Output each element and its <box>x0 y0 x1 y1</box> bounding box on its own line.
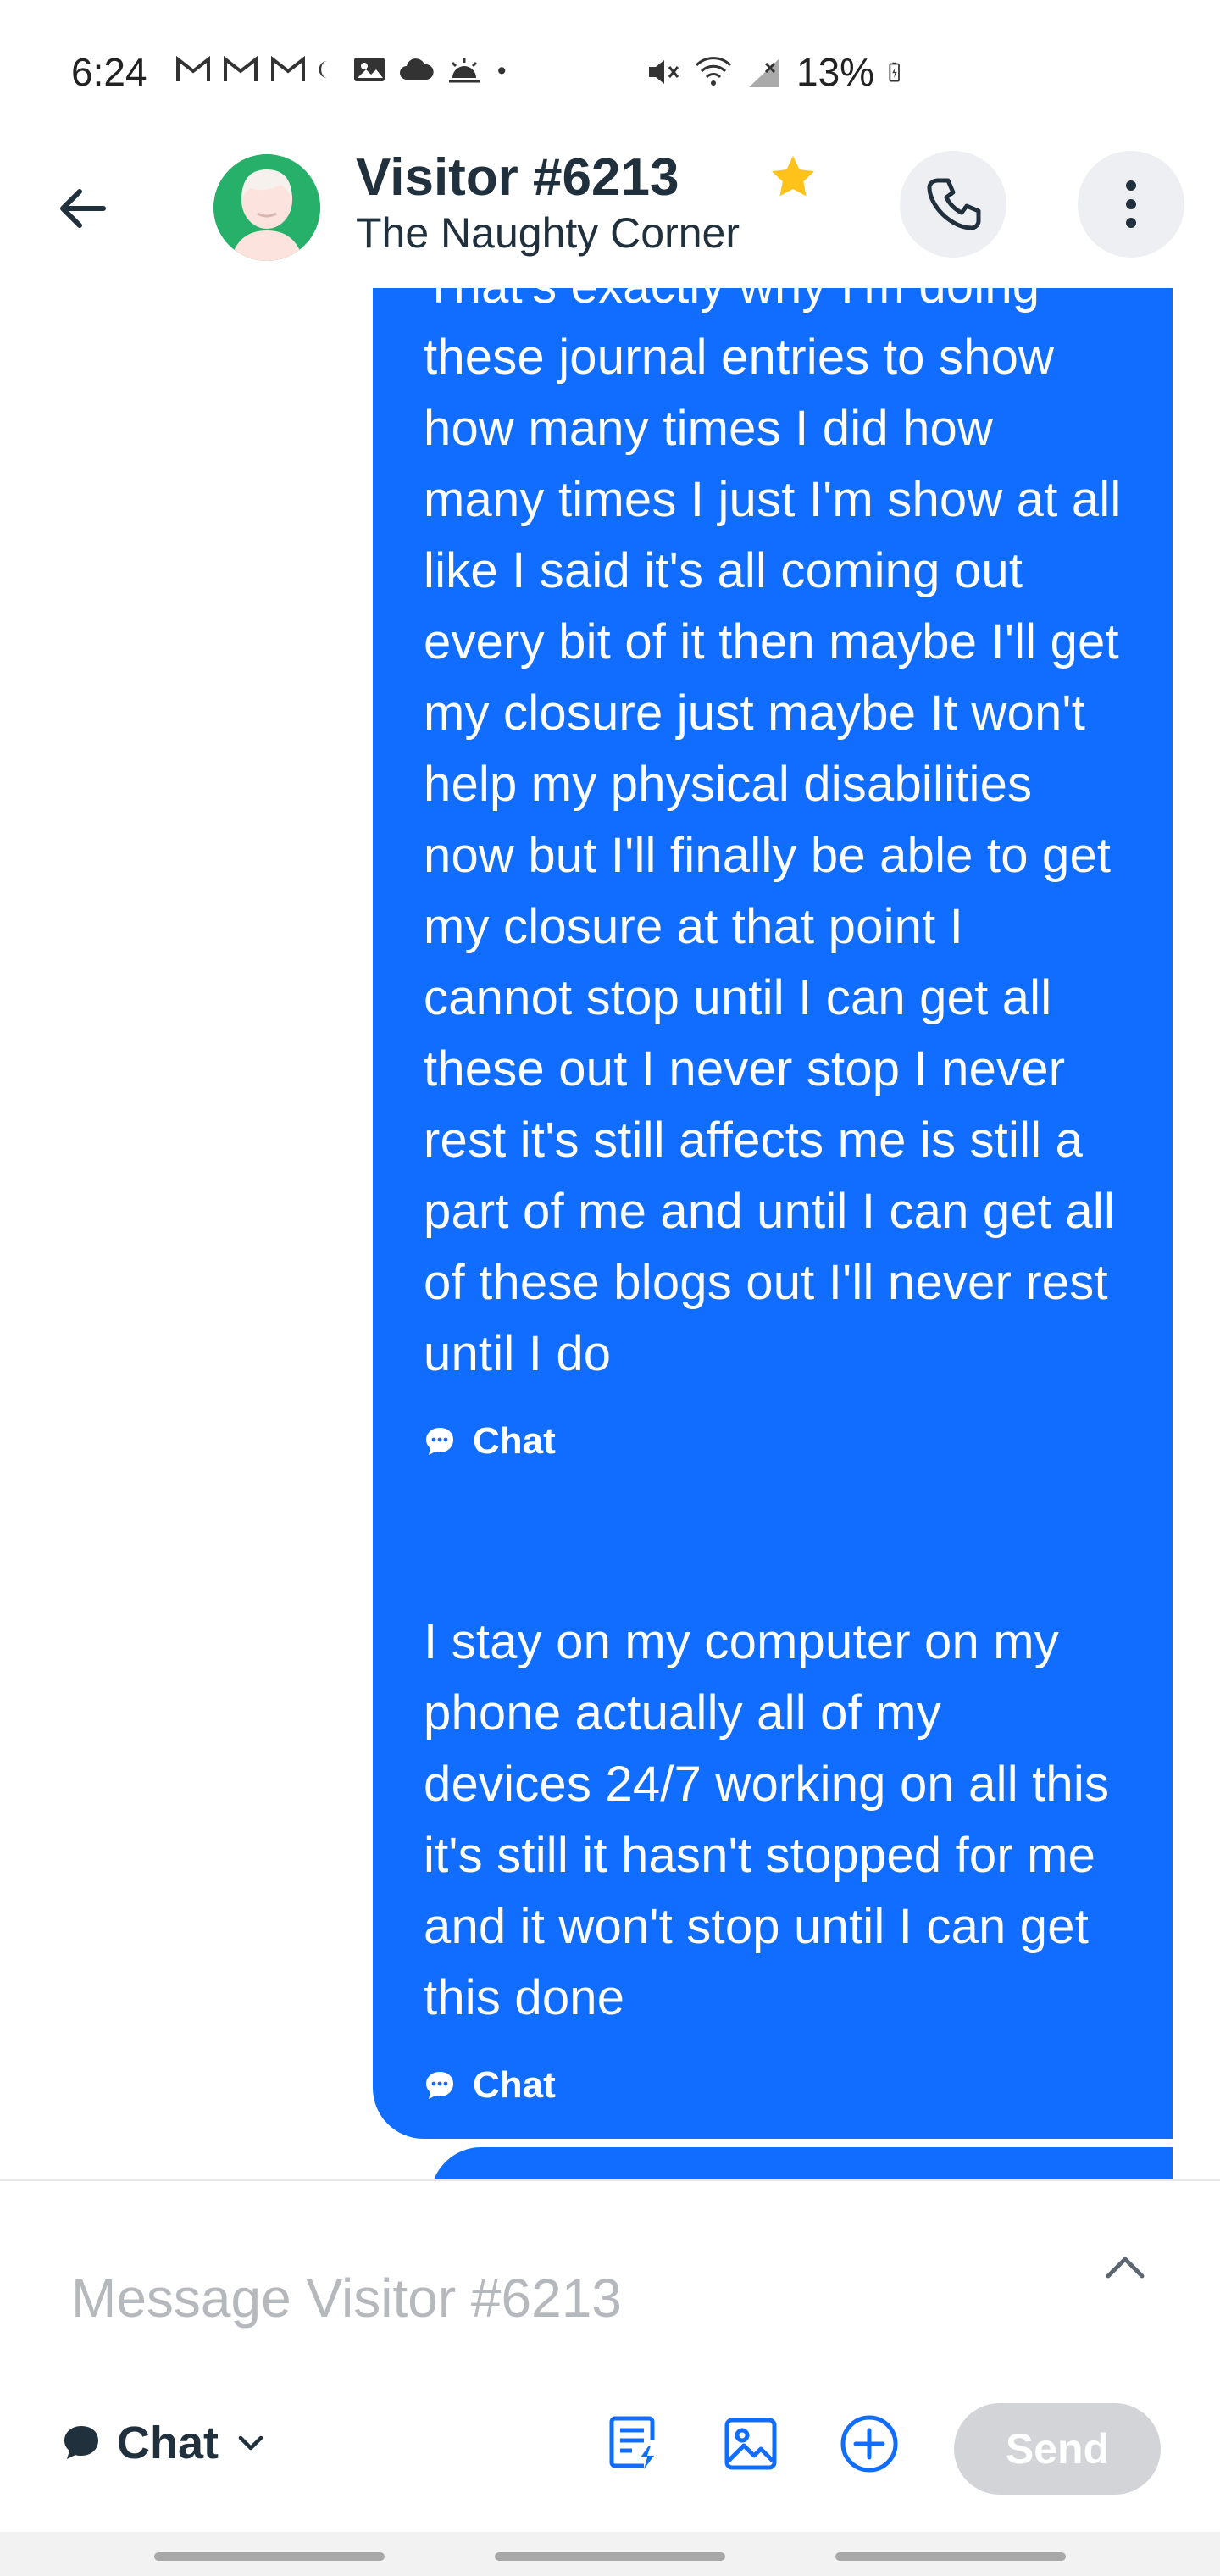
call-button[interactable] <box>900 151 1006 258</box>
chat-bubble-icon <box>426 2072 453 2099</box>
status-time: 6:24 <box>71 50 147 94</box>
add-button[interactable] <box>834 2408 905 2479</box>
gmail-icon <box>176 55 210 81</box>
message-bubble-partial[interactable] <box>430 2147 1173 2179</box>
chevron-down-icon <box>238 2435 263 2451</box>
nav-handle[interactable] <box>835 2552 1066 2561</box>
channel-label: Chat <box>117 2418 219 2468</box>
status-bar: 6:24 13% <box>0 0 1220 144</box>
wifi-icon <box>695 57 732 86</box>
quick-reply-button[interactable] <box>598 2408 669 2479</box>
more-vertical-icon <box>1126 180 1136 228</box>
conversation-header: Visitor #6213 The Naughty Corner <box>0 144 1220 288</box>
signal-icon <box>749 58 779 87</box>
nav-handle[interactable] <box>495 2552 725 2561</box>
channel-dropdown[interactable]: Chat <box>61 2417 268 2469</box>
system-icons: 13% <box>644 49 910 95</box>
mute-icon <box>649 60 679 84</box>
quick-reply-icon <box>609 2416 655 2469</box>
message-input[interactable] <box>71 2256 1003 2340</box>
message-list[interactable]: That's exactly why I'm doing these journ… <box>0 288 1220 2179</box>
notification-icons <box>175 53 518 86</box>
battery-charging-icon <box>889 62 900 82</box>
visitor-name: Visitor #6213 <box>356 148 679 207</box>
battery-level: 13% <box>796 50 875 94</box>
site-name: The Naughty Corner <box>356 209 740 257</box>
message-channel: Chat <box>424 1420 1122 1463</box>
cloud-icon <box>400 58 434 80</box>
channel-label: Chat <box>473 2064 556 2106</box>
chevron-up-icon[interactable] <box>1098 2240 1152 2295</box>
gmail-icon <box>224 55 258 81</box>
chat-bubble-icon <box>64 2426 98 2459</box>
chat-bubble-icon <box>426 1428 453 1455</box>
phone-icon <box>927 178 981 230</box>
message-text: That's exactly why I'm doing these journ… <box>424 288 1122 1381</box>
moon-icon <box>319 60 328 79</box>
image-icon <box>724 2418 777 2470</box>
system-nav-bar <box>0 2532 1220 2576</box>
gmail-icon <box>271 55 305 81</box>
image-button[interactable] <box>715 2408 786 2479</box>
more-options-button[interactable] <box>1078 151 1184 258</box>
nav-handle[interactable] <box>154 2552 385 2561</box>
message-bubble[interactable]: I stay on my computer on my phone actual… <box>373 1569 1173 2139</box>
dot-icon <box>498 67 506 75</box>
back-button[interactable] <box>49 175 117 242</box>
message-composer: Chat Send <box>0 2179 1220 2549</box>
send-button[interactable]: Send <box>954 2403 1161 2495</box>
message-text: I stay on my computer on my phone actual… <box>424 1614 1110 2025</box>
star-icon[interactable] <box>768 153 818 203</box>
sunrise-icon <box>449 58 480 83</box>
arrow-left-icon <box>60 189 106 228</box>
avatar[interactable] <box>214 154 320 261</box>
channel-label: Chat <box>473 1420 556 1462</box>
add-icon <box>840 2415 898 2473</box>
photo-icon <box>354 58 385 81</box>
visitor-avatar-icon <box>214 154 320 261</box>
message-channel: Chat <box>424 2064 1122 2107</box>
